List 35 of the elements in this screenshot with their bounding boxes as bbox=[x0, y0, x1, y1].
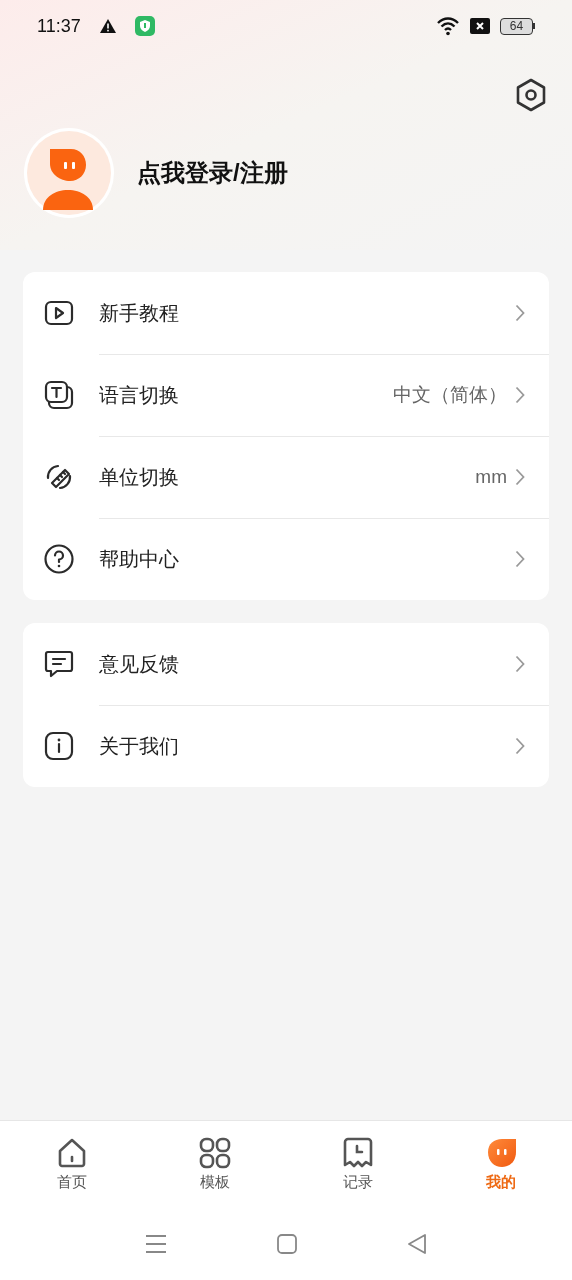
chevron-right-icon bbox=[515, 468, 525, 486]
menu-item-label[interactable]: 单位切换 bbox=[99, 462, 476, 492]
avatar[interactable] bbox=[23, 127, 115, 219]
back-icon[interactable] bbox=[407, 1233, 427, 1254]
status-time: 11:37 bbox=[37, 14, 81, 38]
chevron-right-icon bbox=[515, 304, 525, 322]
info-icon bbox=[43, 730, 75, 762]
menu-item-label[interactable]: 关于我们 bbox=[99, 731, 515, 761]
current-value: mm bbox=[475, 464, 507, 489]
help-icon bbox=[43, 543, 75, 575]
current-value: 中文（简体） bbox=[393, 382, 507, 407]
menu-item-label[interactable]: 意见反馈 bbox=[99, 649, 515, 679]
chevron-right-icon bbox=[515, 550, 525, 568]
text-icon bbox=[43, 379, 75, 411]
grid-icon bbox=[198, 1137, 231, 1169]
home-button-icon[interactable] bbox=[277, 1233, 297, 1254]
menu-icon[interactable] bbox=[145, 1233, 167, 1254]
chevron-right-icon bbox=[515, 737, 525, 755]
tab[interactable]: 记录 bbox=[286, 1137, 429, 1194]
message-icon bbox=[43, 648, 75, 680]
wifi-icon bbox=[436, 16, 460, 36]
battery-level: 64 bbox=[500, 17, 533, 35]
menu-item-label[interactable]: 新手教程 bbox=[99, 298, 515, 328]
login-link[interactable]: 点我登录/注册 bbox=[137, 155, 288, 191]
menu-item-label[interactable]: 帮助中心 bbox=[99, 544, 515, 574]
menu-item-label[interactable]: 语言切换 bbox=[99, 380, 393, 410]
settings-icon[interactable] bbox=[515, 78, 547, 112]
chevron-right-icon bbox=[515, 655, 525, 673]
warning-icon bbox=[98, 18, 117, 34]
tab[interactable]: 首页 bbox=[0, 1137, 143, 1194]
tab[interactable]: 模板 bbox=[143, 1137, 286, 1194]
no-sim-icon bbox=[470, 18, 490, 34]
clock-receipt-icon bbox=[341, 1137, 374, 1169]
chevron-right-icon bbox=[515, 386, 525, 404]
shield-icon bbox=[134, 16, 155, 36]
